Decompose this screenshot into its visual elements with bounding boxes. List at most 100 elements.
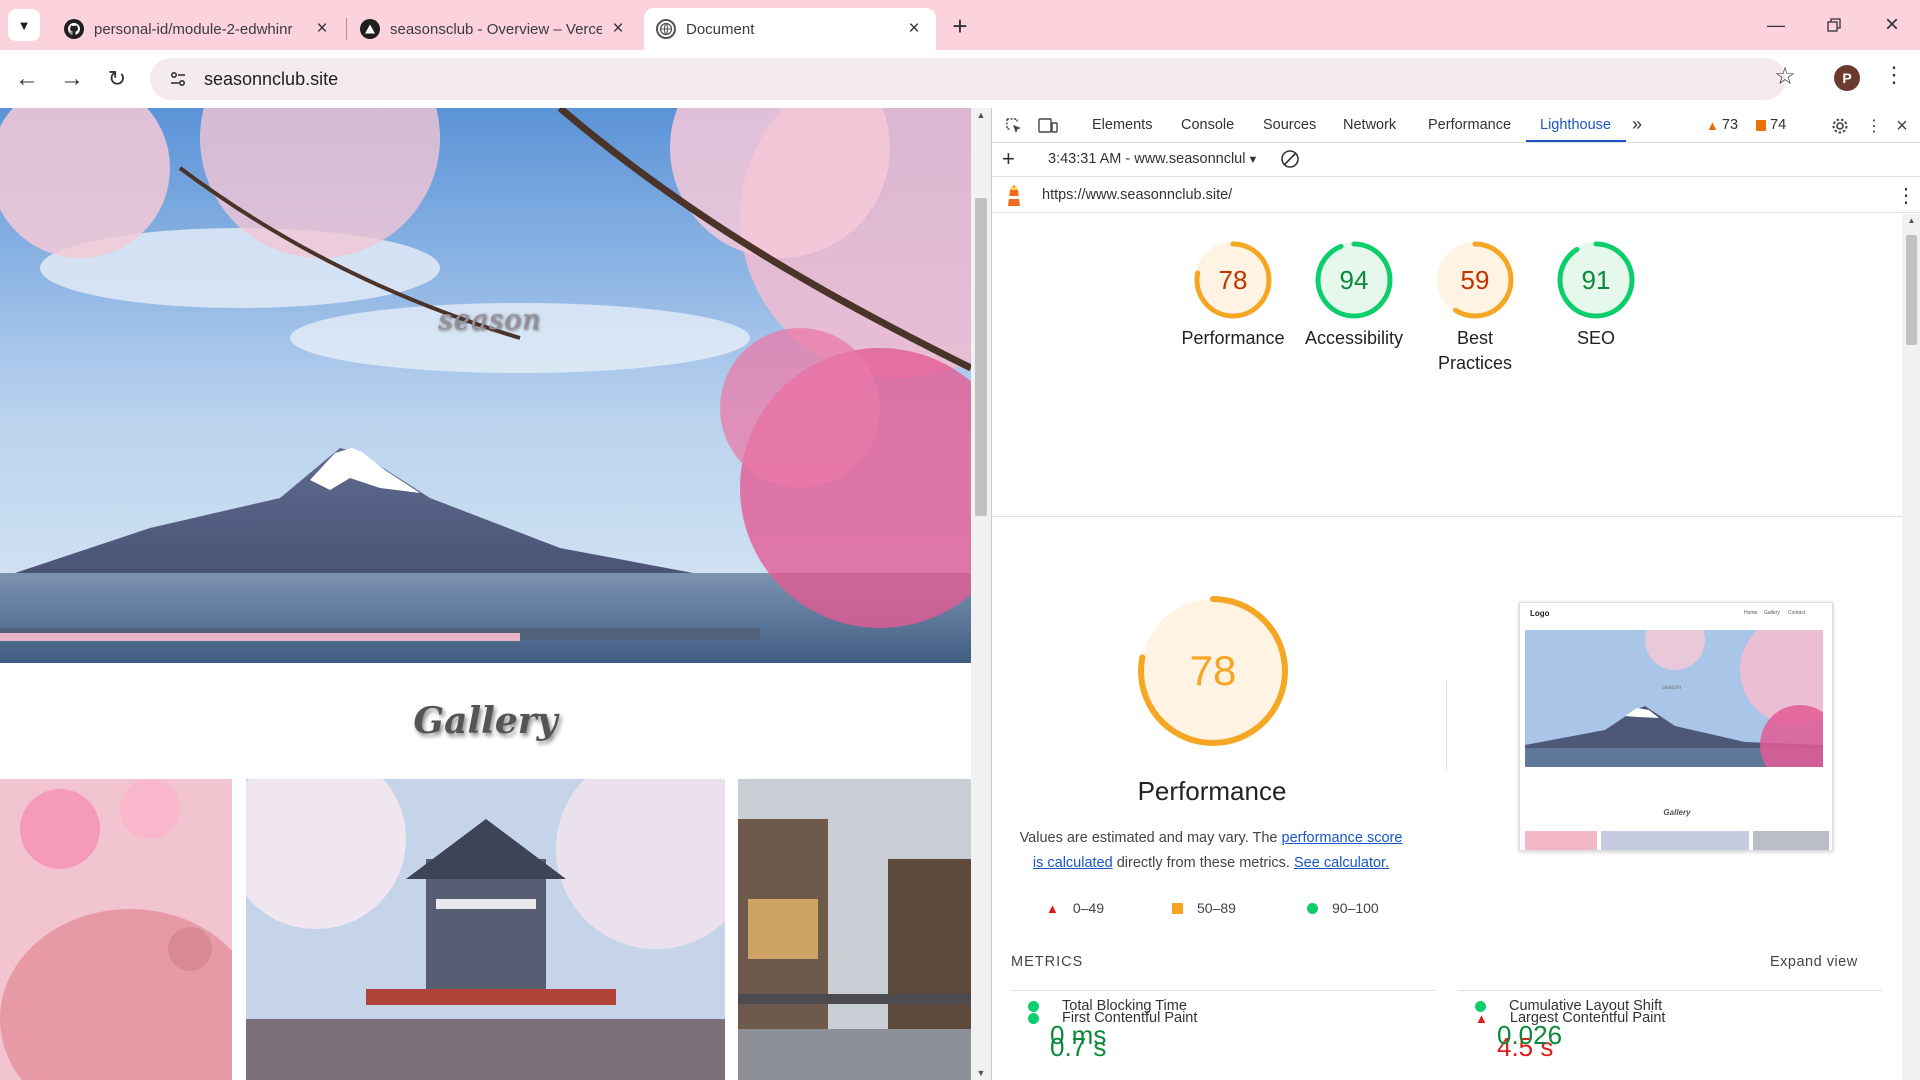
vercel-icon xyxy=(360,19,380,39)
new-tab-button[interactable]: + xyxy=(944,10,976,42)
tab-console[interactable]: Console xyxy=(1181,117,1234,133)
metric-cls: Cumulative Layout Shift 0.026 xyxy=(1475,998,1875,1051)
address-bar[interactable]: seasonnclub.site xyxy=(150,58,1786,100)
scrollbar-thumb[interactable] xyxy=(975,198,987,516)
plus-icon: + xyxy=(952,10,968,41)
gallery-image-taiyaki[interactable] xyxy=(0,779,232,1080)
lighthouse-logo-icon xyxy=(1004,184,1024,212)
close-window-button[interactable]: × xyxy=(1872,10,1912,40)
close-devtools-icon[interactable]: × xyxy=(1890,114,1914,138)
close-icon[interactable]: × xyxy=(904,18,924,40)
gauge-seo[interactable]: 91 SEO xyxy=(1536,240,1656,351)
report-menu-icon[interactable]: ⋮ xyxy=(1896,183,1916,208)
metric-value: 0 ms xyxy=(1050,1020,1107,1050)
restore-button[interactable] xyxy=(1814,10,1854,40)
close-icon[interactable]: × xyxy=(312,18,332,40)
desc-text: directly from these metrics. xyxy=(1112,855,1294,871)
more-tabs-icon[interactable]: » xyxy=(1632,114,1642,135)
tab-performance[interactable]: Performance xyxy=(1428,117,1511,133)
scroll-up-icon[interactable]: ▲ xyxy=(1902,216,1920,225)
browser-menu-icon[interactable]: ⋮ xyxy=(1880,62,1908,88)
profile-avatar[interactable]: P xyxy=(1834,65,1860,91)
issues-counter[interactable]: 74 xyxy=(1756,117,1786,133)
preview-gallery-image xyxy=(1601,831,1749,850)
tab-title: personal-id/module-2-edwhinr xyxy=(94,20,293,38)
legend-average: 50–89 xyxy=(1172,900,1236,916)
warning-icon: ▲ xyxy=(1706,117,1719,133)
page-scrollbar[interactable]: ▲ ▼ xyxy=(971,108,991,1080)
clear-reports-icon[interactable] xyxy=(1280,149,1300,173)
scroll-up-icon[interactable]: ▲ xyxy=(971,110,991,120)
close-icon[interactable]: × xyxy=(608,18,628,40)
gauge-label: Best Practices xyxy=(1437,328,1513,373)
legend-fail: ▲ 0–49 xyxy=(1046,900,1104,916)
tab-sources[interactable]: Sources xyxy=(1263,117,1316,133)
bookmark-star-icon[interactable]: ☆ xyxy=(1768,62,1802,91)
reload-button[interactable]: ↻ xyxy=(100,62,134,96)
minimize-button[interactable]: — xyxy=(1756,10,1796,40)
reload-icon: ↻ xyxy=(107,66,127,91)
minimize-icon: — xyxy=(1767,14,1785,35)
main-performance-gauge: 78 xyxy=(1138,596,1288,751)
report-url[interactable]: https://www.seasonnclub.site/ xyxy=(1042,187,1232,203)
metrics-heading: METRICS xyxy=(1011,954,1084,970)
tab-search-button[interactable]: ▼ xyxy=(8,9,40,41)
tab-network[interactable]: Network xyxy=(1343,117,1396,133)
new-report-icon[interactable]: + xyxy=(1002,146,1015,172)
gauge-best-practices[interactable]: 59 Best Practices xyxy=(1415,240,1535,376)
legend-label: 0–49 xyxy=(1072,900,1105,916)
gauge-label: Performance xyxy=(1181,328,1285,348)
vertical-separator xyxy=(1446,680,1447,770)
expand-view-button[interactable]: Expand view xyxy=(1770,954,1858,970)
gallery-heading: Gallery xyxy=(413,700,558,742)
preview-gallery-image xyxy=(1753,831,1829,850)
report-selector[interactable]: 3:43:31 AM - www.seasonnclul ▼ xyxy=(1048,151,1258,167)
page-screenshot-thumbnail[interactable]: Logo Home Gallery Contact season Gallery xyxy=(1519,602,1833,851)
triangle-icon: ▲ xyxy=(1046,900,1059,916)
preview-gallery-heading: Gallery xyxy=(1663,808,1691,817)
gauge-value: 78 xyxy=(1219,265,1248,295)
forward-button[interactable]: → xyxy=(55,62,89,96)
performance-description: Values are estimated and may vary. The p… xyxy=(1016,826,1406,876)
warnings-counter[interactable]: ▲ 73 xyxy=(1706,117,1738,133)
gauge-accessibility[interactable]: 94 Accessibility xyxy=(1294,240,1414,351)
tab-title: seasonsclub - Overview – Verce xyxy=(390,20,602,38)
preview-nav-home: Home xyxy=(1744,610,1758,616)
metric-name: Total Blocking Time xyxy=(1062,998,1187,1014)
gauge-label: SEO xyxy=(1576,328,1615,348)
url-text[interactable]: seasonnclub.site xyxy=(204,69,338,90)
device-toolbar-icon[interactable] xyxy=(1036,114,1060,138)
tab-vercel[interactable]: seasonsclub - Overview – Verce × xyxy=(348,8,640,50)
tab-lighthouse[interactable]: Lighthouse xyxy=(1540,117,1611,133)
gauge-performance[interactable]: 78 Performance xyxy=(1173,240,1293,351)
preview-gallery-image xyxy=(1525,831,1597,850)
gauge-label: Accessibility xyxy=(1304,328,1404,348)
hero-title: season xyxy=(438,303,541,336)
metric-divider xyxy=(1011,990,1435,991)
devtools-tabbar: Elements Console Sources Network Perform… xyxy=(992,108,1920,143)
active-tab-indicator xyxy=(1526,140,1626,142)
preview-nav-contact: Contact xyxy=(1788,610,1806,616)
scroll-down-icon[interactable]: ▼ xyxy=(971,1068,991,1078)
browser-toolbar: ← → ↻ seasonnclub.site ☆ P ⋮ xyxy=(0,50,1920,108)
legend-label: 90–100 xyxy=(1332,900,1379,916)
metric-name: Cumulative Layout Shift xyxy=(1509,998,1663,1014)
legend-label: 50–89 xyxy=(1197,900,1236,916)
pass-circle-icon xyxy=(1028,1000,1039,1012)
devtools-menu-icon[interactable]: ⋮ xyxy=(1862,114,1886,138)
tab-elements[interactable]: Elements xyxy=(1092,117,1152,133)
site-info-icon[interactable] xyxy=(160,70,196,88)
report-scrollbar[interactable]: ▲ xyxy=(1902,214,1920,1080)
arrow-left-icon: ← xyxy=(15,65,39,92)
see-calculator-link[interactable]: See calculator. xyxy=(1294,855,1389,871)
gallery-image-castle[interactable] xyxy=(246,779,725,1080)
inspect-element-icon[interactable] xyxy=(1002,114,1026,138)
settings-gear-icon[interactable] xyxy=(1828,114,1852,138)
scrollbar-thumb[interactable] xyxy=(1906,235,1917,345)
tab-document[interactable]: Document × xyxy=(644,8,936,50)
back-button[interactable]: ← xyxy=(10,62,44,96)
gallery-image-snow-town[interactable] xyxy=(738,779,971,1080)
tab-github[interactable]: personal-id/module-2-edwhinr × xyxy=(52,8,344,50)
performance-title: Performance xyxy=(1137,776,1287,806)
devtools-panel: Elements Console Sources Network Perform… xyxy=(991,108,1920,1080)
